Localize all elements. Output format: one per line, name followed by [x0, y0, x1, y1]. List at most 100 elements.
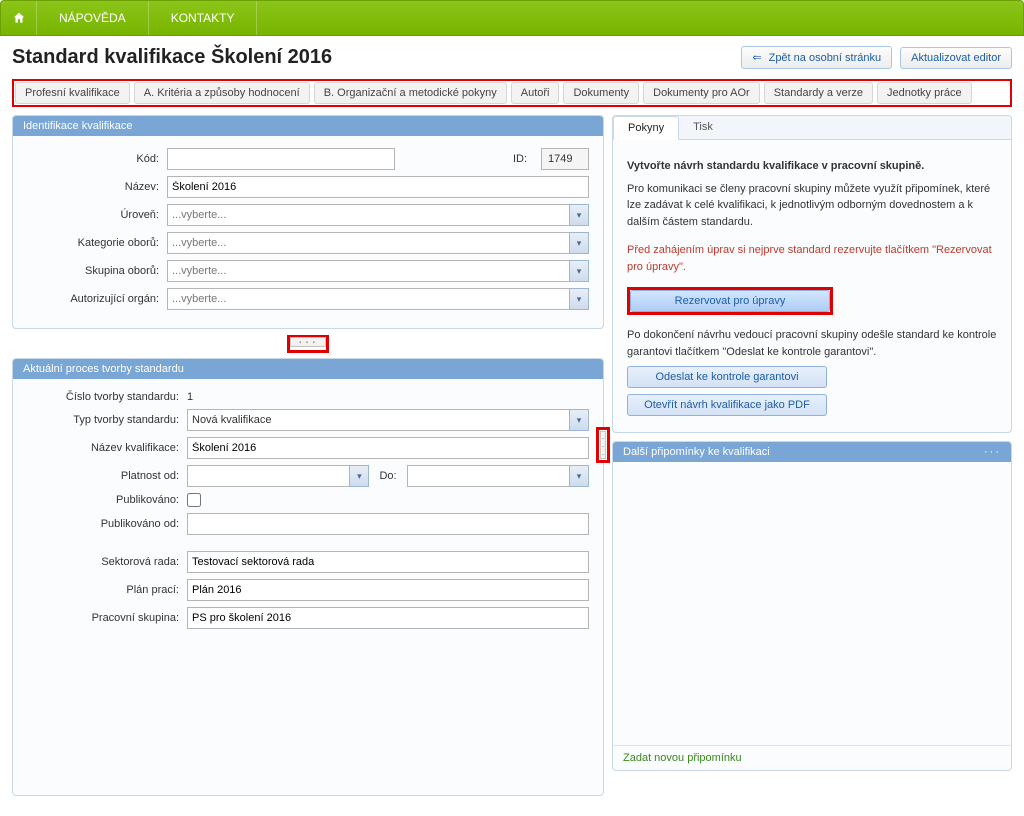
typ-select-value [187, 409, 569, 431]
platnost-od-date[interactable]: ▾ [187, 465, 369, 487]
kategorie-select[interactable]: ▾ [167, 232, 589, 254]
sektor-input[interactable] [187, 551, 589, 573]
chevron-down-icon: ▾ [569, 409, 589, 431]
chevron-down-icon: ▾ [569, 232, 589, 254]
right-column: Pokyny Tisk Vytvořte návrh standardu kva… [612, 115, 1012, 804]
back-button-label: Zpět na osobní stránku [769, 52, 882, 64]
reserve-button[interactable]: Rezervovat pro úpravy [630, 290, 830, 312]
tab-organizacni[interactable]: B. Organizační a metodické pokyny [314, 82, 507, 104]
nazev-input[interactable] [167, 176, 589, 198]
panel-comments-title: Další připomínky ke kvalifikaci [623, 446, 770, 458]
reserve-highlight: Rezervovat pro úpravy [627, 287, 833, 315]
vertical-splitter-highlight [596, 427, 610, 463]
plan-input[interactable] [187, 579, 589, 601]
id-value: 1749 [541, 148, 589, 170]
platnost-do-date[interactable]: ▾ [407, 465, 589, 487]
home-icon [12, 11, 26, 25]
comments-body [613, 462, 1011, 745]
back-button[interactable]: ⇐ Zpět na osobní stránku [741, 46, 892, 69]
label-plan: Plán prací: [27, 584, 187, 596]
label-cislo: Číslo tvorby standardu: [27, 391, 187, 403]
publikovano-checkbox[interactable] [187, 493, 201, 507]
tabstrip-highlight: Profesní kvalifikace A. Kritéria a způso… [12, 79, 1012, 107]
page-header: Standard kvalifikace Školení 2016 ⇐ Zpět… [0, 36, 1024, 75]
label-prac-skupina: Pracovní skupina: [27, 612, 187, 624]
panel-comments-header: Další připomínky ke kvalifikaci ··· [613, 442, 1011, 462]
new-comment-link[interactable]: Zadat novou připomínku [613, 745, 1011, 770]
tab-jednotky-prace[interactable]: Jednotky práce [877, 82, 972, 104]
label-publikovano-od: Publikováno od: [27, 518, 187, 530]
prac-skupina-input[interactable] [187, 607, 589, 629]
chevron-down-icon: ▾ [569, 204, 589, 226]
kod-input[interactable] [167, 148, 395, 170]
panel-pokyny: Pokyny Tisk Vytvořte návrh standardu kva… [612, 115, 1012, 433]
instr-after: Po dokončení návrhu vedoucí pracovní sku… [627, 327, 997, 360]
chevron-down-icon: ▾ [569, 260, 589, 282]
label-id: ID: [513, 153, 535, 165]
label-sektor: Sektorová rada: [27, 556, 187, 568]
skupina-select-value [167, 260, 569, 282]
label-typ: Typ tvorby standardu: [27, 414, 187, 426]
nazev-kval-input[interactable] [187, 437, 589, 459]
instr-bold: Vytvořte návrh standardu kvalifikace v p… [627, 160, 924, 172]
label-nazev-kval: Název kvalifikace: [27, 442, 187, 454]
side-tabs: Pokyny Tisk [613, 116, 1011, 140]
typ-select[interactable]: ▾ [187, 409, 589, 431]
calendar-icon: ▾ [349, 465, 369, 487]
panel-identifikace: Identifikace kvalifikace Kód: ID: 1749 N… [12, 115, 604, 329]
label-publikovano: Publikováno: [27, 494, 187, 506]
side-tab-tisk[interactable]: Tisk [679, 116, 727, 139]
panel-proces-header: Aktuální proces tvorby standardu [13, 359, 603, 379]
calendar-icon: ▾ [569, 465, 589, 487]
cislo-value: 1 [187, 391, 193, 403]
instr-text: Pro komunikaci se členy pracovní skupiny… [627, 181, 997, 231]
tabstrip: Profesní kvalifikace A. Kritéria a způso… [15, 82, 1009, 104]
skupina-select[interactable]: ▾ [167, 260, 589, 282]
tab-kriteria[interactable]: A. Kritéria a způsoby hodnocení [134, 82, 310, 104]
tab-dokumenty-aor[interactable]: Dokumenty pro AOr [643, 82, 760, 104]
label-autorg: Autorizující orgán: [27, 293, 167, 305]
tab-standardy-verze[interactable]: Standardy a verze [764, 82, 873, 104]
label-nazev: Název: [27, 181, 167, 193]
home-button[interactable] [1, 1, 37, 35]
label-do: Do: [375, 470, 400, 482]
label-kod: Kód: [27, 153, 167, 165]
panel-proces: Aktuální proces tvorby standardu Číslo t… [12, 358, 604, 796]
label-platnost-od: Platnost od: [27, 470, 187, 482]
uroven-select-value [167, 204, 569, 226]
label-skupina: Skupina oborů: [27, 265, 167, 277]
send-guarantor-button[interactable]: Odeslat ke kontrole garantovi [627, 366, 827, 388]
publikovano-od-input[interactable] [187, 513, 589, 535]
instr-warn: Před zahájením úprav si nejprve standard… [627, 242, 997, 275]
nav-contacts[interactable]: KONTAKTY [149, 1, 258, 35]
vertical-splitter-grip[interactable] [600, 431, 606, 459]
uroven-select[interactable]: ▾ [167, 204, 589, 226]
main-area: Identifikace kvalifikace Kód: ID: 1749 N… [0, 115, 1024, 816]
panel-comments: Další připomínky ke kvalifikaci ··· Zada… [612, 441, 1012, 771]
tab-autori[interactable]: Autoři [511, 82, 560, 104]
horizontal-splitter-grip[interactable] [290, 337, 326, 347]
horizontal-splitter-highlight [287, 335, 329, 353]
arrow-left-icon: ⇐ [752, 52, 761, 64]
platnost-do-value [407, 465, 569, 487]
horizontal-splitter [12, 337, 604, 350]
left-column: Identifikace kvalifikace Kód: ID: 1749 N… [12, 115, 604, 804]
chevron-down-icon: ▾ [569, 288, 589, 310]
nav-help[interactable]: NÁPOVĚDA [37, 1, 149, 35]
platnost-od-value [187, 465, 349, 487]
top-nav: NÁPOVĚDA KONTAKTY [0, 0, 1024, 36]
page-title: Standard kvalifikace Školení 2016 [12, 46, 741, 69]
dots-icon: ··· [984, 446, 1001, 458]
panel-identifikace-header: Identifikace kvalifikace [13, 116, 603, 136]
label-kategorie: Kategorie oborů: [27, 237, 167, 249]
kategorie-select-value [167, 232, 569, 254]
instructions: Vytvořte návrh standardu kvalifikace v p… [613, 140, 1011, 432]
autorg-select[interactable]: ▾ [167, 288, 589, 310]
open-pdf-button[interactable]: Otevřít návrh kvalifikace jako PDF [627, 394, 827, 416]
update-editor-button[interactable]: Aktualizovat editor [900, 47, 1012, 69]
autorg-select-value [167, 288, 569, 310]
side-tab-pokyny[interactable]: Pokyny [613, 116, 679, 140]
label-uroven: Úroveň: [27, 209, 167, 221]
tab-profesni-kvalifikace[interactable]: Profesní kvalifikace [15, 82, 130, 104]
tab-dokumenty[interactable]: Dokumenty [563, 82, 639, 104]
